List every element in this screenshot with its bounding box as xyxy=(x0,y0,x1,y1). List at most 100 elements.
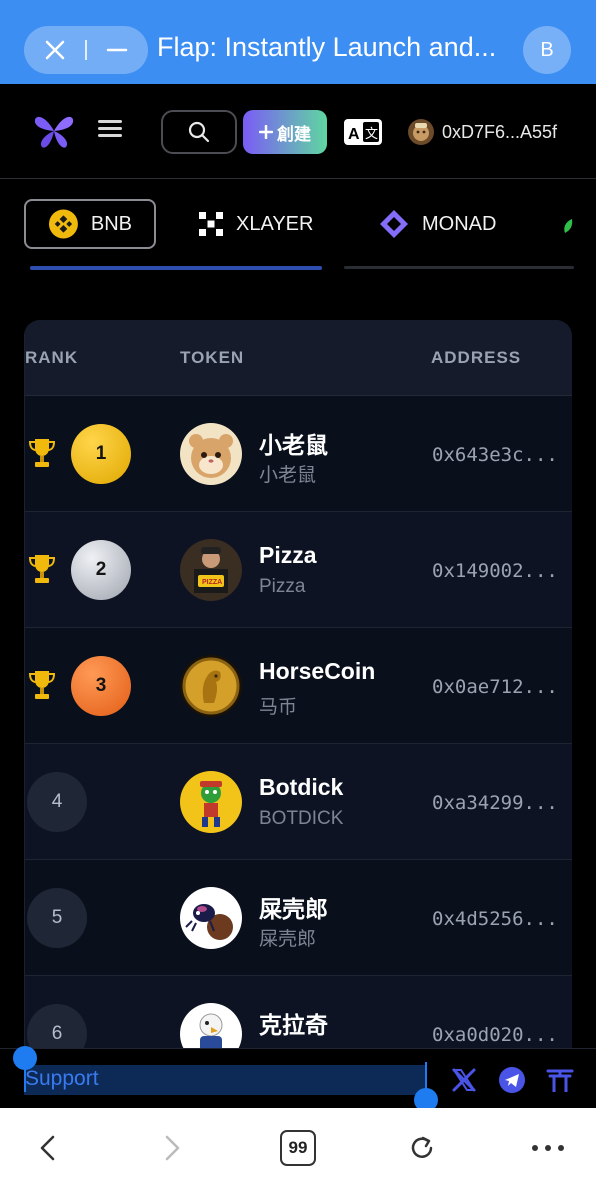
pizza-avatar-icon: PIZZA xyxy=(180,539,242,601)
monkey-avatar-icon xyxy=(413,123,429,141)
svg-text:A: A xyxy=(348,126,360,143)
token-name: Pizza xyxy=(259,542,317,568)
menu-icon-line xyxy=(98,134,122,137)
token-name: HorseCoin xyxy=(259,658,376,684)
chevron-left-icon xyxy=(40,1135,55,1161)
table-row[interactable]: 3 HorseCoin 马币 0x0ae712... xyxy=(25,628,572,744)
wallet-address: 0xD7F6...A55f xyxy=(442,121,558,142)
tabs-button[interactable]: 99 xyxy=(276,1126,320,1170)
chain-tab-bnb[interactable]: BNB xyxy=(24,199,156,249)
table-header: RANK TOKEN ADDRESS xyxy=(25,320,572,396)
token-avatar xyxy=(180,423,242,485)
browser-bottom-bar: 99 xyxy=(0,1108,596,1200)
token-symbol: 马币 xyxy=(259,697,298,718)
token-symbol: BOTDICK xyxy=(259,808,344,829)
create-button-label: 創建 xyxy=(277,124,311,144)
tab-controls xyxy=(24,26,148,74)
wallet-button[interactable]: 0xD7F6...A55f xyxy=(408,116,557,148)
chain-tab-xlayer[interactable]: XLAYER xyxy=(198,199,313,249)
column-header-address: ADDRESS xyxy=(431,348,522,367)
minus-icon xyxy=(107,48,128,52)
chain-tab-label: MONAD xyxy=(422,212,497,235)
chain-tab-label: BNB xyxy=(90,212,132,235)
rank-badge-bronze: 3 xyxy=(71,656,131,716)
token-avatar xyxy=(180,887,242,949)
menu-button[interactable] xyxy=(98,116,128,146)
refresh-icon xyxy=(411,1136,433,1158)
close-tab-button[interactable] xyxy=(24,26,85,74)
support-link[interactable]: Support xyxy=(25,1067,99,1091)
flap-logo[interactable] xyxy=(32,112,76,150)
minimize-button[interactable] xyxy=(87,26,148,74)
back-button[interactable] xyxy=(26,1126,70,1170)
token-avatar: PIZZA xyxy=(180,539,242,601)
trophy-icon xyxy=(28,439,56,467)
column-header-token: TOKEN xyxy=(180,348,245,367)
table-row[interactable]: 4 Botdick BOTDICK 0xa34299... xyxy=(25,744,572,860)
rank-badge-gold: 1 xyxy=(71,424,131,484)
svg-text:PIZZA: PIZZA xyxy=(202,579,222,586)
tab-title: Flap: Instantly Launch and... xyxy=(157,32,497,62)
more-button[interactable] xyxy=(526,1126,570,1170)
token-address[interactable]: 0x149002... xyxy=(432,560,558,582)
token-name: 克拉奇 xyxy=(259,1012,328,1038)
token-name: 小老鼠 xyxy=(259,432,328,458)
token-avatar xyxy=(180,655,242,717)
column-header-rank: RANK xyxy=(25,348,79,367)
ranking-table: RANK TOKEN ADDRESS 1 小老鼠 小老鼠 0x643e3c...… xyxy=(24,320,572,1060)
telegram-icon[interactable] xyxy=(498,1066,526,1094)
chain-tab-label: XLAYER xyxy=(236,212,314,235)
token-symbol: Pizza xyxy=(259,576,306,597)
torii-gate-icon[interactable] xyxy=(546,1066,574,1094)
rank-number: 5 xyxy=(27,888,87,948)
more-dots-icon xyxy=(532,1145,564,1151)
svg-text:文: 文 xyxy=(365,127,378,142)
selection-handle-start[interactable] xyxy=(13,1046,37,1070)
token-symbol: 小老鼠 xyxy=(259,465,317,486)
beetle-avatar-icon xyxy=(180,887,242,949)
token-address[interactable]: 0x643e3c... xyxy=(432,444,558,466)
section-tab-indicator-inactive xyxy=(344,266,574,269)
token-address[interactable]: 0xa0d020... xyxy=(432,1024,558,1046)
page: Flap: Instantly Launch and... B 創建 A 文 0… xyxy=(0,0,596,1200)
token-name: Botdick xyxy=(259,774,344,800)
rank-number: 4 xyxy=(27,772,87,832)
create-button[interactable]: 創建 xyxy=(243,110,327,154)
x-twitter-icon[interactable] xyxy=(450,1066,478,1094)
menu-icon-line xyxy=(98,127,122,130)
plus-icon xyxy=(259,125,273,139)
site-header: 創建 A 文 0xD7F6...A55f xyxy=(0,84,596,179)
chain-tab-monad[interactable]: MONAD xyxy=(378,199,496,249)
table-row[interactable]: 1 小老鼠 小老鼠 0x643e3c... xyxy=(25,396,572,512)
forward-button[interactable] xyxy=(150,1126,194,1170)
botdick-avatar-icon xyxy=(180,771,242,833)
token-avatar xyxy=(180,771,242,833)
chevron-right-icon xyxy=(165,1135,180,1161)
token-address[interactable]: 0xa34299... xyxy=(432,792,558,814)
hamster-avatar-icon xyxy=(180,423,242,485)
monad-icon xyxy=(380,210,408,238)
trophy-icon xyxy=(28,671,56,699)
menu-icon-line xyxy=(98,120,122,123)
profile-avatar[interactable]: B xyxy=(523,26,571,74)
close-icon xyxy=(45,40,64,60)
translate-icon[interactable]: A 文 xyxy=(344,119,382,145)
xlayer-icon xyxy=(199,212,223,236)
section-tab-indicator xyxy=(30,266,322,270)
horse-coin-avatar-icon xyxy=(180,655,242,717)
reload-button[interactable] xyxy=(400,1126,444,1170)
rank-badge-silver: 2 xyxy=(71,540,131,600)
token-address[interactable]: 0x4d5256... xyxy=(432,908,558,930)
token-address[interactable]: 0x0ae712... xyxy=(432,676,558,698)
partial-chain-icon xyxy=(564,219,573,233)
search-icon xyxy=(188,121,210,143)
tab-count: 99 xyxy=(280,1130,316,1166)
search-button[interactable] xyxy=(161,110,237,154)
browser-top-bar: Flap: Instantly Launch and... B xyxy=(0,0,596,84)
token-name: 屎壳郎 xyxy=(259,896,328,922)
table-row[interactable]: 5 屎壳郎 屎壳郎 0x4d5256... xyxy=(25,860,572,976)
bnb-icon xyxy=(48,209,78,239)
table-row[interactable]: 2 PIZZA Pizza Pizza 0x149002... xyxy=(25,512,572,628)
trophy-icon xyxy=(28,555,56,583)
wallet-avatar xyxy=(408,119,434,145)
